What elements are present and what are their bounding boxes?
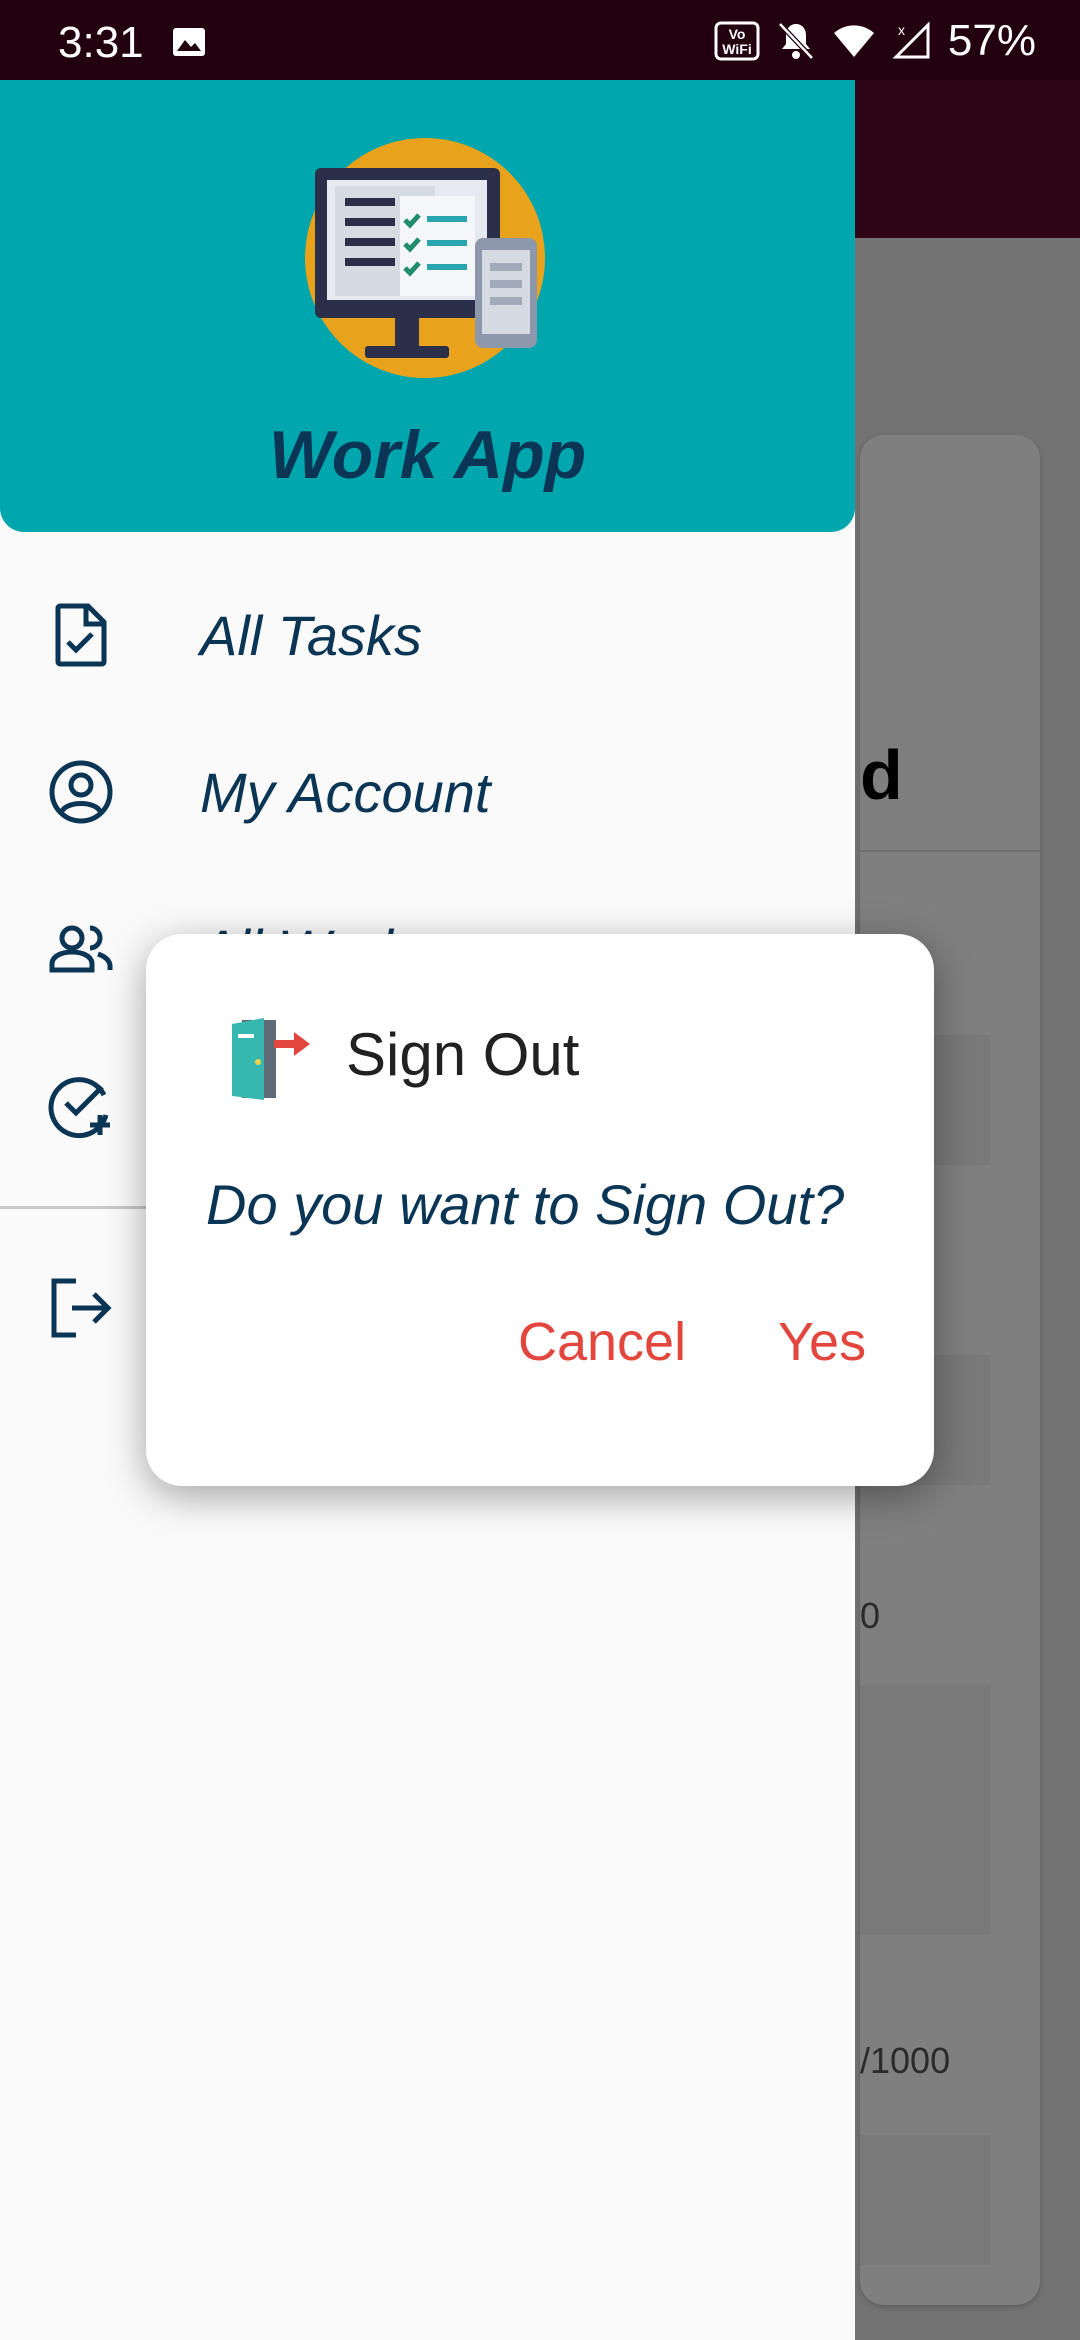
door-exit-icon [232,1018,310,1100]
account-circle-icon [49,760,113,824]
bell-off-icon [778,22,814,60]
nav-item-label: All Tasks [200,604,423,667]
app-logo-icon [305,138,545,378]
svg-text:WiFi: WiFi [722,41,751,57]
yes-button[interactable]: Yes [770,1294,874,1390]
dialog-title: Sign Out [346,1021,580,1088]
nav-item-all-tasks[interactable]: All Tasks [0,557,855,707]
task-check-icon [55,603,107,667]
cancel-button[interactable]: Cancel [510,1294,694,1390]
nav-item-label: My Account [200,761,491,824]
status-bar: 3:31 Vo WiFi x 57% [0,0,1080,80]
nav-item-my-account[interactable]: My Account [0,714,855,864]
status-icons: Vo WiFi x 57% [714,16,1036,66]
logout-icon [51,1278,112,1338]
drawer-app-name: Work App [268,417,587,493]
battery-level: 57% [947,16,1036,65]
sign-out-dialog: Sign Out Do you want to Sign Out? Cancel… [146,934,934,1486]
people-icon [49,925,113,973]
signal-icon: x [892,21,930,59]
status-time: 3:31 [58,18,144,67]
drawer-header: Work App [0,80,855,532]
add-task-icon [48,1077,110,1139]
wifi-icon [833,25,874,57]
svg-text:x: x [898,22,905,38]
dialog-message: Do you want to Sign Out? [206,1173,845,1236]
svg-text:Vo: Vo [728,26,745,42]
gallery-icon [173,28,205,56]
vowifi-icon: Vo WiFi [714,21,760,61]
